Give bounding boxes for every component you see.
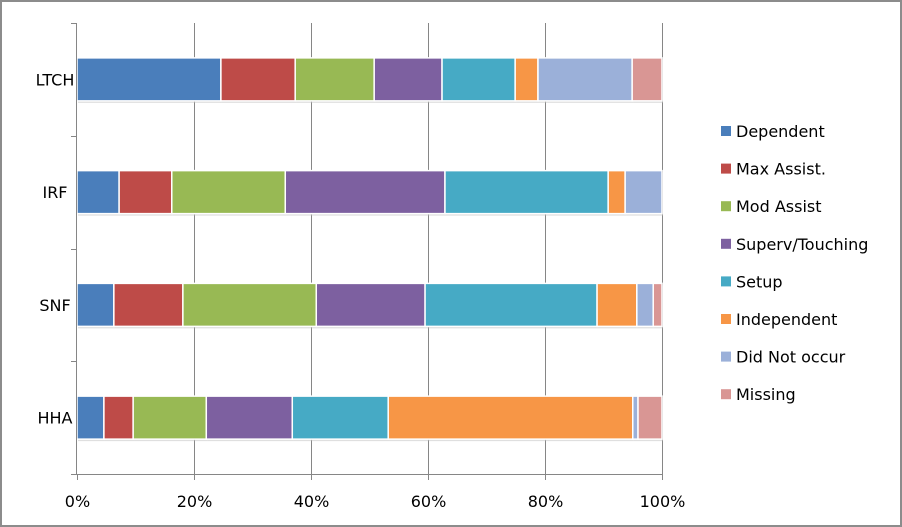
bar-segment-mod-assist-snf: [182, 282, 318, 328]
bar-segment-did-not-occur-irf: [624, 169, 663, 215]
bar-segment-dependent-irf: [76, 169, 120, 215]
bar-segment-mod-assist-hha: [132, 395, 208, 440]
bar-segment-independent-irf: [607, 169, 626, 215]
bar-segment-missing-snf: [652, 282, 663, 328]
x-tick-label: 20%: [177, 492, 213, 511]
bar-segment-max-assist--ltch: [220, 57, 296, 102]
legend-swatch: [721, 238, 731, 249]
bar-segment-did-not-occur-ltch: [537, 57, 633, 102]
legend-item: Missing: [721, 385, 796, 404]
bar-segment-superv-touching-ltch: [373, 57, 443, 102]
legend-label: Did Not occur: [736, 348, 846, 367]
bar-segment-mod-assist-irf: [171, 169, 287, 215]
bar-segment-superv-touching-irf: [284, 169, 446, 215]
x-tick-labels: 0% 20% 40% 60% 80% 100%: [65, 492, 686, 511]
legend-item: Did Not occur: [721, 348, 846, 367]
legend-label: Mod Assist: [736, 197, 822, 216]
x-tick-label: 80%: [528, 492, 564, 511]
bar-segment-max-assist--irf: [118, 169, 173, 215]
x-tick-label: 100%: [640, 492, 686, 511]
legend-item: Mod Assist: [721, 197, 822, 216]
bar-segment-setup-hha: [291, 395, 389, 440]
x-tick-label: 40%: [294, 492, 330, 511]
bar-segment-independent-hha: [387, 395, 634, 440]
legend-label: Superv/Touching: [736, 235, 868, 254]
bar-segment-superv-touching-hha: [205, 395, 294, 440]
bar-segment-max-assist--hha: [103, 395, 134, 440]
legend: Dependent Max Assist. Mod Assist Superv/Tou…: [721, 122, 868, 404]
bar-segment-max-assist--snf: [113, 282, 184, 328]
legend-item: Max Assist.: [721, 160, 826, 179]
legend-label: Max Assist.: [736, 160, 826, 179]
legend-item: Independent: [721, 310, 837, 329]
bar-segment-setup-irf: [444, 169, 609, 215]
bar-segment-mod-assist-ltch: [294, 57, 375, 102]
bar-segment-did-not-occur-snf: [636, 282, 654, 328]
bar-segment-dependent-ltch: [76, 57, 222, 102]
category-label: LTCH: [36, 70, 75, 89]
bar-segment-setup-snf: [424, 282, 598, 328]
legend-swatch: [721, 351, 731, 362]
legend-swatch: [721, 389, 731, 400]
category-label: SNF: [39, 296, 70, 315]
bar-segment-did-not-occur-hha: [632, 395, 639, 440]
bar-segment-missing-hha: [637, 395, 663, 440]
bar-segment-dependent-hha: [76, 395, 105, 440]
bar-segment-independent-ltch: [514, 57, 539, 102]
bar-segment-dependent-snf: [76, 282, 115, 328]
x-tick-label: 0%: [65, 492, 90, 511]
category-label: HHA: [37, 409, 72, 428]
bar-segment-superv-touching-snf: [315, 282, 426, 328]
legend-swatch: [721, 276, 731, 287]
legend-swatch: [721, 201, 731, 212]
legend-item: Superv/Touching: [721, 235, 868, 254]
legend-item: Dependent: [721, 122, 825, 141]
legend-swatch: [721, 163, 731, 174]
legend-label: Dependent: [736, 122, 825, 141]
legend-label: Setup: [736, 272, 783, 291]
category-labels: LTCH IRF SNF HHA: [36, 70, 75, 427]
stacked-bar-chart: 0% 20% 40% 60% 80% 100% LTCH IRF SNF HHA Depende…: [36, 23, 868, 511]
x-tick-label: 60%: [411, 492, 447, 511]
bar-segment-setup-ltch: [441, 57, 516, 102]
bar-segment-independent-snf: [596, 282, 638, 328]
legend-label: Missing: [736, 385, 796, 404]
legend-item: Setup: [721, 272, 783, 291]
bars: [76, 57, 663, 442]
legend-label: Independent: [736, 310, 837, 329]
legend-swatch: [721, 126, 731, 136]
legend-swatch: [721, 314, 731, 324]
category-label: IRF: [42, 183, 67, 202]
bar-segment-missing-ltch: [631, 57, 663, 102]
